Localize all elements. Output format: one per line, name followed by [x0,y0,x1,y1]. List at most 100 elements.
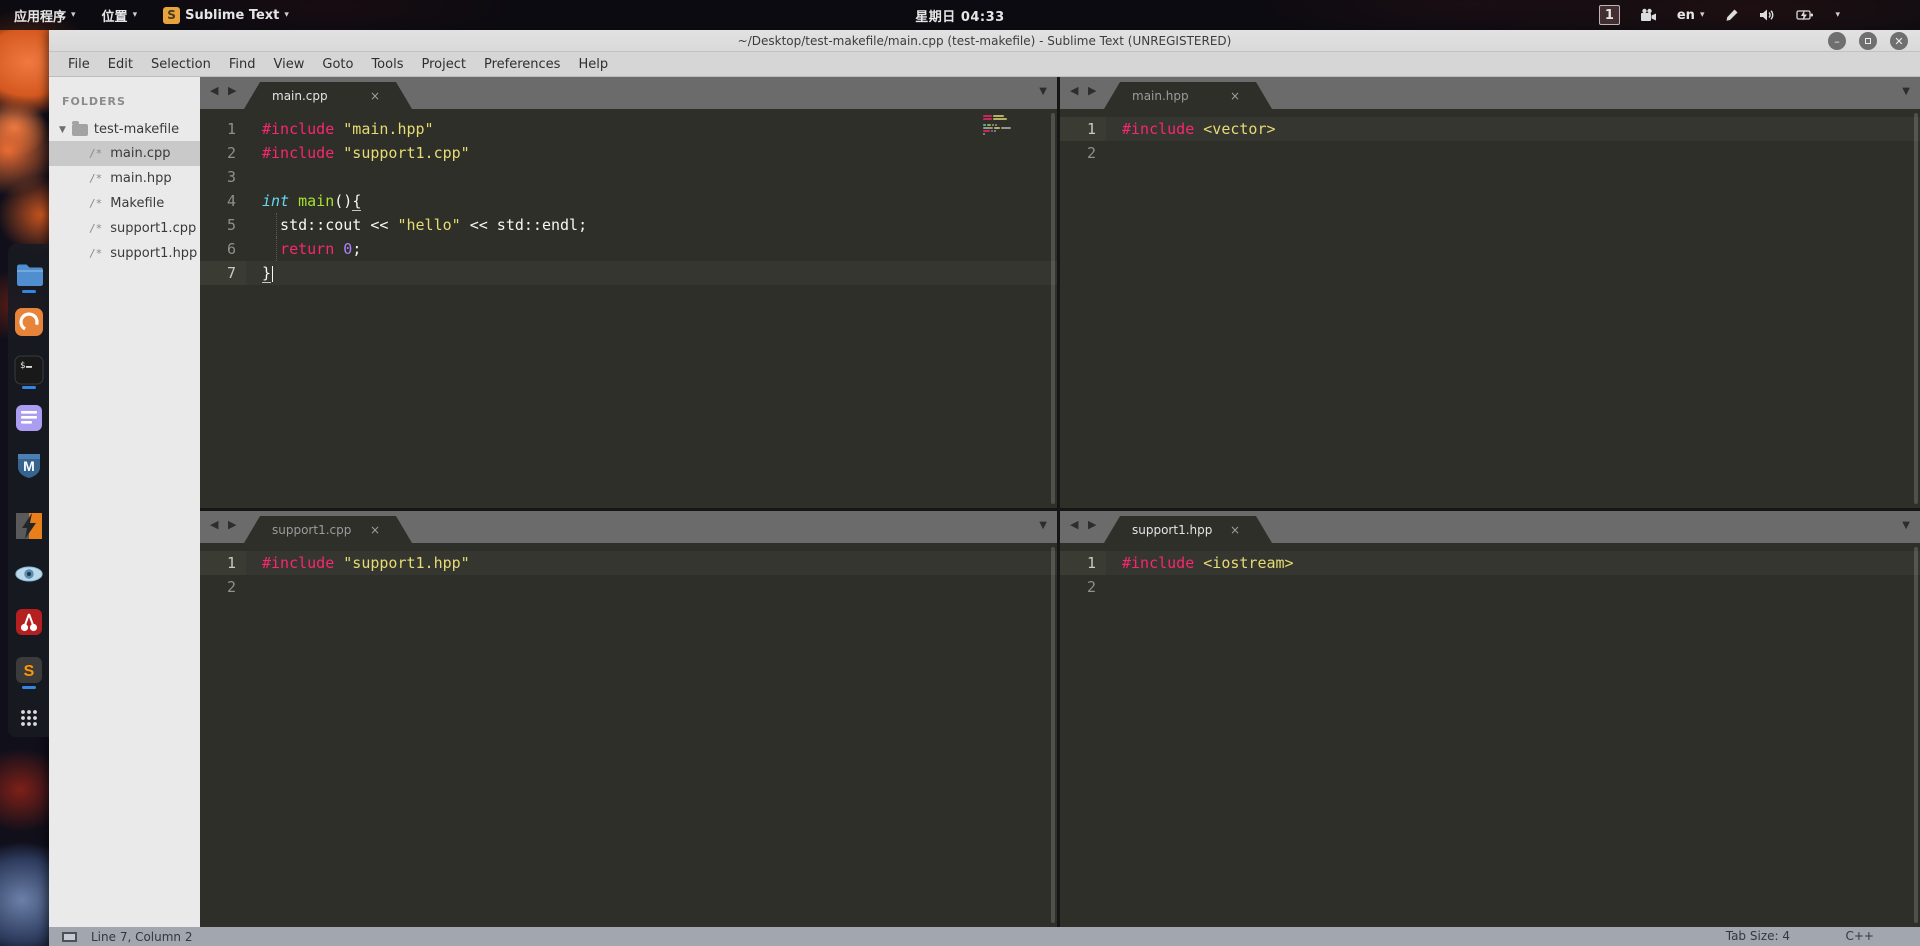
firefox-icon[interactable] [13,306,45,341]
line-number: 1 [200,551,246,575]
pane-overflow-icon[interactable]: ▼ [1902,86,1910,97]
code-text: #include <iostream> [1106,551,1920,575]
clock[interactable]: 星期日 04:33 [915,6,1004,25]
menu-project[interactable]: Project [412,54,474,75]
code-editor[interactable]: 1 #include "main.hpp" 2 #include "support1.… [200,109,1057,508]
chevron-down-icon: ▾ [1699,10,1705,20]
keyboard-layout-menu[interactable]: en ▾ [1677,8,1705,23]
menu-file[interactable]: File [59,54,99,75]
tab-scroll-arrows-icon[interactable]: ◀ ▶ [210,518,239,531]
file-row-main.cpp[interactable]: /* main.cpp [49,141,200,166]
line-number: 2 [226,144,236,162]
menu-selection[interactable]: Selection [142,54,220,75]
syntax-indicator[interactable]: C++ [1846,929,1875,943]
code-text: std::cout << "hello" << std::endl; [246,213,1057,237]
close-button[interactable]: ✕ [1890,32,1908,50]
minimap-line [983,127,1011,129]
sublime-text-icon[interactable]: S [13,654,45,689]
source-file-icon: /* [89,247,103,260]
tab-support1.cpp[interactable]: support1.cpp × [244,516,412,543]
tab-support1.hpp[interactable]: support1.hpp × [1104,516,1272,543]
tab-scroll-arrows-icon[interactable]: ◀ ▶ [1070,84,1099,97]
code-text: #include "support1.cpp" [262,144,470,162]
code-line: 4 int main(){ [200,189,1057,213]
tab-close-icon[interactable]: × [370,523,380,537]
show-applications-icon[interactable] [13,702,45,737]
maximize-icon [1865,38,1871,44]
code-editor[interactable]: 1 #include <iostream> 2 [1060,543,1920,927]
tab-close-icon[interactable]: × [1230,523,1240,537]
maximize-button[interactable] [1859,32,1877,50]
panel-switcher-icon[interactable] [62,931,77,942]
file-row-support1.cpp[interactable]: /* support1.cpp [49,216,200,241]
code-editor[interactable]: 1 #include "support1.hpp" 2 [200,543,1057,927]
chevron-down-icon: ▾ [284,10,289,20]
system-menu-chevron-icon[interactable]: ▾ [1835,10,1840,20]
status-bar: Line 7, Column 2 Tab Size: 4 C++ [49,927,1920,946]
line-number: 2 [1086,144,1096,162]
cursor-position[interactable]: Line 7, Column 2 [91,930,193,944]
file-row-main.hpp[interactable]: /* main.hpp [49,166,200,191]
scrollbar[interactable] [1914,113,1918,504]
code-text: #include <vector> [1106,117,1920,141]
battery-icon[interactable] [1796,8,1815,22]
volume-icon[interactable] [1759,8,1776,22]
scrollbar[interactable] [1051,547,1055,923]
places-menu[interactable]: 位置 ▾ [102,6,138,25]
tab-size-indicator[interactable]: Tab Size: 4 [1726,929,1790,943]
tab-scroll-arrows-icon[interactable]: ◀ ▶ [210,84,239,97]
line-number: 1 [1060,551,1106,575]
menu-goto[interactable]: Goto [313,54,362,75]
menu-tools[interactable]: Tools [362,54,412,75]
active-app-menu[interactable]: S Sublime Text ▾ [163,6,289,24]
pane-overflow-icon[interactable]: ▼ [1039,520,1047,531]
scrollbar[interactable] [1914,547,1918,923]
text-editor-icon[interactable] [13,402,45,437]
menu-edit[interactable]: Edit [99,54,142,75]
source-file-icon: /* [89,147,103,160]
metasploit-icon[interactable]: M [13,450,45,485]
applications-menu-label: 应用程序 [14,9,67,25]
terminal-icon[interactable]: $ [13,354,45,389]
code-text: } [246,261,1057,285]
gnome-top-bar: 应用程序 ▾ 位置 ▾ S Sublime Text ▾ 星期日 04:33 1… [0,0,1920,30]
eye-tool-icon[interactable] [13,558,45,593]
menu-preferences[interactable]: Preferences [475,54,569,75]
tab-main.hpp[interactable]: main.hpp × [1104,82,1272,109]
code-editor[interactable]: 1 #include <vector> 2 [1060,109,1920,508]
chevron-down-icon: ▾ [132,10,138,20]
menu-help[interactable]: Help [569,54,617,75]
files-icon[interactable] [13,258,45,293]
window-titlebar[interactable]: ~/Desktop/test-makefile/main.cpp (test-m… [49,30,1920,52]
source-file-icon: /* [89,172,103,185]
folder-row-test-makefile[interactable]: ▼ test-makefile [49,118,200,141]
file-row-Makefile[interactable]: /* Makefile [49,191,200,216]
tab-scroll-arrows-icon[interactable]: ◀ ▶ [1070,518,1099,531]
code-line: 3 [200,165,1057,189]
pane-top-right: ◀ ▶ main.hpp × ▼ 1 #include <vector> 2 [1060,77,1920,508]
tab-close-icon[interactable]: × [1230,89,1240,103]
disclosure-triangle-icon[interactable]: ▼ [59,125,66,135]
tab-main.cpp[interactable]: main.cpp × [244,82,412,109]
lightning-tool-icon[interactable] [13,510,45,545]
pane-overflow-icon[interactable]: ▼ [1902,520,1910,531]
tab-bar: ◀ ▶ main.hpp × ▼ [1060,77,1920,109]
scrollbar[interactable] [1051,113,1055,504]
screencast-icon[interactable] [1640,8,1657,22]
code-line: 7} [200,261,1057,285]
workspace-indicator[interactable]: 1 [1598,5,1620,25]
minimap[interactable] [983,115,1011,135]
line-number: 1 [1060,117,1106,141]
line-number: 5 [226,216,236,234]
menu-find[interactable]: Find [220,54,265,75]
code-text: return 0; [246,237,1057,261]
applications-menu[interactable]: 应用程序 ▾ [14,6,76,25]
minimize-button[interactable]: – [1828,32,1846,50]
pane-overflow-icon[interactable]: ▼ [1039,86,1047,97]
cherrytree-icon[interactable] [13,606,45,641]
minimap-token [993,115,1004,117]
pen-icon[interactable] [1724,8,1739,23]
file-row-support1.hpp[interactable]: /* support1.hpp [49,241,200,266]
menu-view[interactable]: View [265,54,314,75]
tab-close-icon[interactable]: × [370,89,380,103]
